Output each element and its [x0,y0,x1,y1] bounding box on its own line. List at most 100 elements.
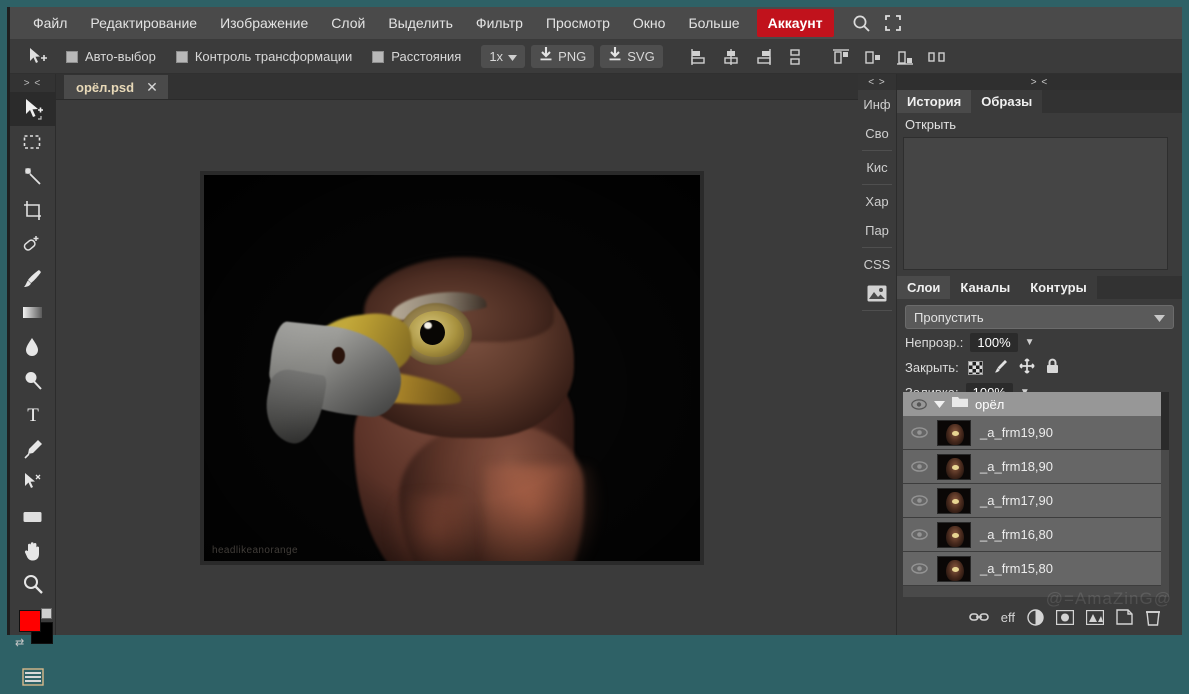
move-tool-icon[interactable] [26,46,48,68]
distances-box[interactable] [372,50,385,63]
tab-channels[interactable]: Каналы [950,276,1021,299]
screen-mode-icon[interactable] [10,660,56,694]
align-top-icon[interactable] [831,47,851,67]
layer-group-row[interactable]: орёл [903,392,1169,416]
canvas-area[interactable]: headlikeanorange [56,100,858,635]
eye-icon[interactable] [911,563,928,574]
default-colors-icon[interactable] [41,608,52,619]
lock-pixels-icon[interactable] [993,358,1009,377]
layer-thumbnail[interactable] [937,555,971,582]
link-layers-icon[interactable] [968,611,989,623]
history-entry-open[interactable]: Открыть [897,113,1182,136]
layer-mask-icon[interactable] [1056,609,1074,625]
tab-history[interactable]: История [897,90,972,113]
crop-tool[interactable] [10,194,56,228]
table-row[interactable]: _a_frm19,90 [903,416,1169,450]
eagle-photo[interactable]: headlikeanorange [204,175,700,561]
lock-position-icon[interactable] [1019,358,1035,377]
transform-controls-box[interactable] [175,50,188,63]
dodge-tool[interactable] [10,364,56,398]
eye-icon[interactable] [911,398,927,410]
transform-controls-checkbox[interactable]: Контроль трансформации [175,49,352,64]
layer-thumbnail[interactable] [937,419,971,446]
foreground-color-swatch[interactable] [19,610,41,632]
shape-tool[interactable] [10,500,56,534]
zoom-level-select[interactable]: 1x [481,45,526,68]
path-select-tool[interactable] [10,466,56,500]
lock-all-icon[interactable] [1045,358,1060,377]
delete-layer-icon[interactable] [1145,609,1161,626]
eye-icon[interactable] [911,529,928,540]
eye-icon[interactable] [911,427,928,438]
layer-thumbnail[interactable] [937,487,971,514]
table-row[interactable]: _a_frm17,90 [903,484,1169,518]
auto-select-box[interactable] [66,50,78,63]
eye-icon[interactable] [911,461,928,472]
document-tab[interactable]: орёл.psd ✕ [64,75,168,99]
menu-view[interactable]: Просмотр [537,10,619,36]
distribute-vertical-icon[interactable] [785,47,805,67]
rail-info[interactable]: Инф [858,90,896,119]
menu-layer[interactable]: Слой [322,10,374,36]
rail-collapse-button[interactable]: < > [858,74,896,90]
rail-brushes[interactable]: Кис [858,153,896,182]
menu-window[interactable]: Окно [624,10,675,36]
menu-more[interactable]: Больше [679,10,748,36]
new-group-icon[interactable] [1086,609,1104,625]
brush-tool[interactable] [10,262,56,296]
layer-list[interactable]: орёл _a_frm19,90 _a_frm18,90 _a_frm17,90… [903,392,1169,597]
chevron-down-icon[interactable]: ▼ [1025,337,1035,348]
close-icon[interactable]: ✕ [146,79,158,96]
table-row[interactable]: _a_frm18,90 [903,450,1169,484]
tab-paths[interactable]: Контуры [1020,276,1097,299]
menu-image[interactable]: Изображение [211,10,317,36]
history-list-body[interactable] [903,137,1168,270]
align-bottom-icon[interactable] [895,47,915,67]
search-icon[interactable] [852,14,871,33]
pen-tool[interactable] [10,432,56,466]
healing-brush-tool[interactable] [10,228,56,262]
rail-properties[interactable]: Сво [858,119,896,148]
history-collapse-button[interactable]: > < [897,74,1182,90]
layer-effects-icon[interactable]: eff [1001,610,1015,625]
gradient-tool[interactable] [10,296,56,330]
fullscreen-icon[interactable] [884,14,902,32]
tab-snapshots[interactable]: Образы [971,90,1043,113]
layer-list-scrollbar[interactable] [1161,392,1169,597]
blur-tool[interactable] [10,330,56,364]
zoom-tool[interactable] [10,568,56,602]
eye-icon[interactable] [911,495,928,506]
opacity-value[interactable]: 100% [970,333,1018,352]
tab-layers[interactable]: Слои [897,276,951,299]
magic-wand-tool[interactable] [10,160,56,194]
rail-css[interactable]: CSS [858,250,896,279]
distribute-horizontal-icon[interactable] [927,47,947,67]
layer-thumbnail[interactable] [937,453,971,480]
adjustment-layer-icon[interactable] [1027,608,1044,626]
rail-character[interactable]: Хар [858,187,896,216]
distances-checkbox[interactable]: Расстояния [372,49,461,64]
menu-select[interactable]: Выделить [379,10,462,36]
export-png-button[interactable]: PNG [531,45,595,68]
lock-transparency-icon[interactable] [967,360,983,375]
marquee-tool[interactable] [10,126,56,160]
toolbox-collapse-button[interactable]: > < [10,74,55,92]
type-tool[interactable]: T [10,398,56,432]
auto-select-checkbox[interactable]: Авто-выбор [66,49,156,64]
menu-file[interactable]: Файл [24,10,76,36]
table-row[interactable]: _a_frm15,80 [903,552,1169,586]
blend-mode-select[interactable]: Пропустить [905,305,1174,329]
table-row[interactable]: _a_frm16,80 [903,518,1169,552]
menu-filter[interactable]: Фильтр [467,10,532,36]
rail-paragraph[interactable]: Пар [858,216,896,245]
new-layer-icon[interactable] [1116,609,1133,625]
layer-thumbnail[interactable] [937,521,971,548]
move-tool[interactable] [10,92,56,126]
align-right-icon[interactable] [753,47,773,67]
hand-tool[interactable] [10,534,56,568]
menu-edit[interactable]: Редактирование [81,10,206,36]
account-button[interactable]: Аккаунт [756,9,834,37]
export-svg-button[interactable]: SVG [600,45,663,68]
scrollbar-thumb[interactable] [1161,392,1169,450]
chevron-down-icon[interactable] [934,395,945,413]
